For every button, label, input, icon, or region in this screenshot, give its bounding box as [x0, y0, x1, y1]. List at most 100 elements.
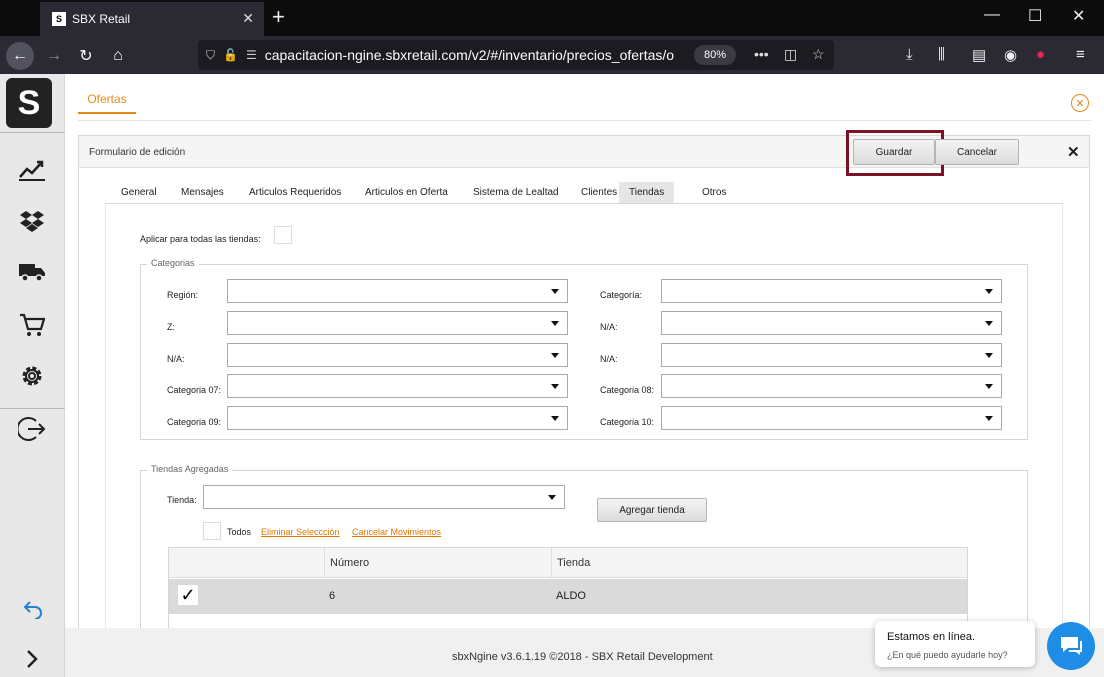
browser-navbar: ← → ↻ ⌂ ⛉ 🔓 ☰ capacitacion-ngine.sbxreta…	[0, 36, 1104, 74]
z-label: Z:	[167, 322, 175, 332]
close-tab-icon[interactable]: ✕	[242, 10, 254, 27]
app-sidebar: S	[0, 74, 65, 677]
col-numero[interactable]: Número	[324, 548, 551, 578]
url-bar[interactable]: ⛉ 🔓 ☰ capacitacion-ngine.sbxretail.com/v…	[198, 40, 834, 70]
library-icon[interactable]: ⫼	[938, 46, 945, 63]
na-right-1-select[interactable]	[661, 311, 1002, 335]
na-right-2-label: N/A:	[600, 354, 618, 364]
region-select[interactable]	[227, 279, 568, 303]
categoria-08-label: Categoria 08:	[600, 385, 655, 395]
tienda-select[interactable]	[203, 485, 565, 509]
categoria-select[interactable]	[661, 279, 1002, 303]
categorias-fieldset: Categorias Región: Z: N/A: Categoria 07:…	[140, 258, 1028, 440]
downloads-icon[interactable]: ⤓	[906, 46, 913, 63]
close-form-icon[interactable]: ✕	[1067, 143, 1080, 161]
extension-icon[interactable]: ●	[1036, 46, 1045, 63]
na-right-1-label: N/A:	[600, 322, 618, 332]
z-select[interactable]	[227, 311, 568, 335]
page-divider	[78, 120, 1091, 121]
gear-icon[interactable]	[17, 361, 47, 391]
chat-title: Estamos en línea.	[887, 631, 976, 643]
account-icon[interactable]: ◉	[1004, 46, 1017, 64]
save-button[interactable]: Guardar	[853, 139, 935, 165]
tiendas-tab-content: Aplicar para todas las tiendas: Categori…	[105, 203, 1063, 640]
edit-form-panel: Formulario de edición Guardar Cancelar ✕…	[78, 130, 1090, 640]
eliminar-seleccion-link[interactable]: Eliminar Seleccción	[261, 527, 340, 537]
na-right-2-select[interactable]	[661, 343, 1002, 367]
shield-icon[interactable]: ⛉	[206, 48, 215, 63]
form-header: Formulario de edición Guardar Cancelar ✕	[79, 130, 1089, 176]
sbx-logo[interactable]: S	[6, 78, 52, 128]
url-text[interactable]: capacitacion-ngine.sbxretail.com/v2/#/in…	[265, 47, 675, 63]
categoria-10-select[interactable]	[661, 406, 1002, 430]
more-actions-icon[interactable]: •••	[754, 46, 769, 62]
browser-tab-title: SBX Retail	[72, 12, 131, 26]
home-icon[interactable]: ⌂	[104, 42, 132, 70]
maximize-icon[interactable]: ☐	[1028, 6, 1042, 26]
chart-line-icon[interactable]	[17, 154, 47, 184]
zoom-indicator[interactable]: 80%	[694, 45, 737, 65]
row-checkbox[interactable]: ✓	[178, 585, 198, 605]
table-header: Número Tienda	[169, 548, 967, 578]
bookmark-star-icon[interactable]: ☆	[812, 46, 825, 63]
browser-tab[interactable]: S SBX Retail ✕	[40, 2, 264, 36]
reload-icon[interactable]: ↻	[72, 42, 100, 70]
categoria-07-select[interactable]	[227, 374, 568, 398]
forward-arrow-icon[interactable]: →	[40, 42, 68, 70]
categoria-07-label: Categoria 07:	[167, 385, 222, 395]
sidebar-divider	[0, 408, 65, 409]
footer-text: sbxNgine v3.6.1.19 ©2018 - SBX Retail De…	[452, 651, 713, 663]
col-select	[169, 548, 324, 578]
cancel-button[interactable]: Cancelar	[935, 139, 1019, 165]
main-content: Ofertas ✕ Formulario de edición Guardar …	[65, 74, 1104, 640]
chevron-right-icon[interactable]	[17, 644, 47, 674]
logout-icon[interactable]	[17, 414, 47, 444]
minimize-icon[interactable]: —	[984, 6, 1000, 24]
tab-ofertas[interactable]: Ofertas	[78, 92, 136, 114]
cancelar-movimientos-link[interactable]: Cancelar Movimientos	[352, 527, 441, 537]
close-page-icon[interactable]: ✕	[1071, 94, 1089, 112]
sidebar-divider	[0, 132, 65, 133]
tab-otros[interactable]: Otros	[692, 182, 736, 203]
undo-icon[interactable]	[17, 594, 47, 624]
categoria-08-select[interactable]	[661, 374, 1002, 398]
categoria-label: Categoría:	[600, 290, 643, 300]
region-label: Región:	[167, 290, 199, 300]
tab-articulos-requeridos[interactable]: Articulos Requeridos	[239, 182, 351, 203]
table-row[interactable]: ✓ 6 ALDO	[169, 579, 967, 614]
permissions-icon[interactable]: ☰	[246, 48, 257, 62]
site-favicon-icon: S	[52, 12, 66, 26]
close-window-icon[interactable]: ✕	[1072, 6, 1085, 26]
add-store-button[interactable]: Agregar tienda	[597, 498, 707, 522]
tab-general[interactable]: General	[111, 182, 167, 203]
apply-all-label: Aplicar para todas las tiendas:	[140, 234, 261, 244]
tiendas-agregadas-legend: Tiendas Agregadas	[147, 464, 233, 474]
categoria-09-select[interactable]	[227, 406, 568, 430]
sidebar-toggle-icon[interactable]: ▤	[972, 46, 986, 64]
tienda-label: Tienda:	[167, 495, 197, 505]
tab-sistema-de-lealtad[interactable]: Sistema de Lealtad	[463, 182, 569, 203]
truck-icon[interactable]	[17, 257, 47, 287]
pocket-icon[interactable]: ◫	[784, 46, 797, 63]
form-tabs: General Mensajes Articulos Requeridos Ar…	[79, 182, 1089, 203]
categoria-10-label: Categoria 10:	[600, 417, 655, 427]
select-all-checkbox[interactable]	[203, 522, 221, 540]
stores-table: Número Tienda ✓ 6 ALDO	[168, 547, 968, 636]
tab-mensajes[interactable]: Mensajes	[171, 182, 234, 203]
apply-all-checkbox[interactable]	[274, 226, 292, 244]
dropbox-icon[interactable]	[17, 206, 47, 236]
new-tab-icon[interactable]: +	[272, 4, 285, 30]
browser-tabbar: S SBX Retail ✕ + — ☐ ✕	[0, 0, 1104, 36]
na-left-select[interactable]	[227, 343, 568, 367]
na-left-label: N/A:	[167, 354, 185, 364]
row-numero: 6	[329, 590, 336, 602]
chat-bubble[interactable]: Estamos en línea. ¿En qué puedo ayudarle…	[875, 621, 1035, 667]
tab-tiendas[interactable]: Tiendas	[619, 182, 675, 203]
col-tienda[interactable]: Tienda	[551, 548, 967, 578]
menu-icon[interactable]: ≡	[1076, 46, 1085, 63]
cart-icon[interactable]	[17, 310, 47, 340]
back-arrow-icon[interactable]: ←	[6, 42, 34, 70]
chat-launcher-icon[interactable]	[1047, 622, 1095, 670]
insecure-lock-icon[interactable]: 🔓	[223, 48, 238, 62]
tab-articulos-en-oferta[interactable]: Articulos en Oferta	[355, 182, 458, 203]
